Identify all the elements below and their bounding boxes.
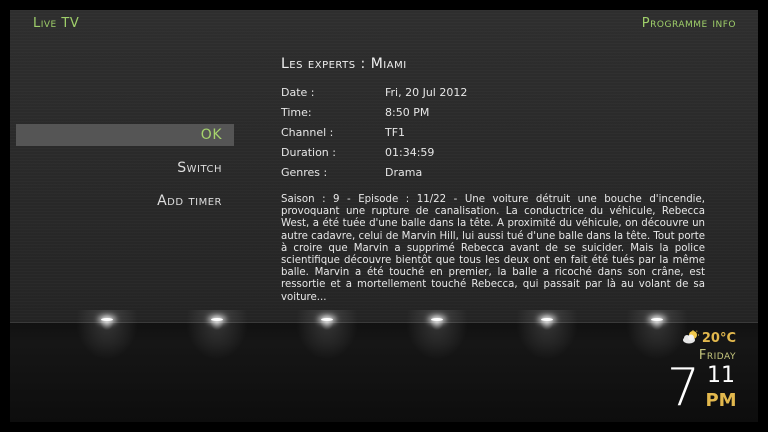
screen: Live TV Programme info OK Switch Add tim… xyxy=(10,10,758,422)
add-timer-button[interactable]: Add timer xyxy=(16,190,234,212)
detail-label: Date : xyxy=(281,86,315,99)
clock-minute: 11 xyxy=(707,363,735,388)
temperature: 20°C xyxy=(701,331,736,346)
detail-value: 01:34:59 xyxy=(385,146,435,159)
detail-value: 8:50 PM xyxy=(385,106,430,119)
detail-row-channel: Channel : TF1 xyxy=(281,123,581,143)
detail-row-genres: Genres : Drama xyxy=(281,163,581,183)
clock: 7 11 PM xyxy=(618,358,738,418)
spotlight xyxy=(287,310,367,370)
ok-button[interactable]: OK xyxy=(16,124,234,146)
window-title: Live TV xyxy=(33,16,80,31)
detail-row-duration: Duration : 01:34:59 xyxy=(281,143,581,163)
spotlight xyxy=(397,310,477,370)
detail-label: Duration : xyxy=(281,146,336,159)
detail-label: Time: xyxy=(281,106,312,119)
detail-row-time: Time: 8:50 PM xyxy=(281,103,581,123)
detail-label: Genres : xyxy=(281,166,328,179)
spotlight xyxy=(507,310,587,370)
detail-value: Drama xyxy=(385,166,423,179)
section-title: Programme info xyxy=(641,16,736,31)
partly-cloudy-icon xyxy=(682,330,700,344)
weather-line: 20°C xyxy=(682,330,736,347)
detail-row-date: Date : Fri, 20 Jul 2012 xyxy=(281,83,581,103)
spotlight xyxy=(177,310,257,370)
switch-button[interactable]: Switch xyxy=(16,157,234,179)
detail-label: Channel : xyxy=(281,126,334,139)
program-description: Saison : 9 - Episode : 11/22 - Une voitu… xyxy=(281,194,705,303)
program-title: Les experts : Miami xyxy=(281,56,407,72)
clock-ampm: PM xyxy=(705,390,737,411)
clock-hour: 7 xyxy=(666,358,700,418)
spotlight xyxy=(67,310,147,370)
action-menu: OK Switch Add timer xyxy=(16,124,234,223)
program-details: Date : Fri, 20 Jul 2012 Time: 8:50 PM Chan… xyxy=(281,83,581,183)
detail-value: TF1 xyxy=(385,126,406,139)
detail-value: Fri, 20 Jul 2012 xyxy=(385,86,468,99)
